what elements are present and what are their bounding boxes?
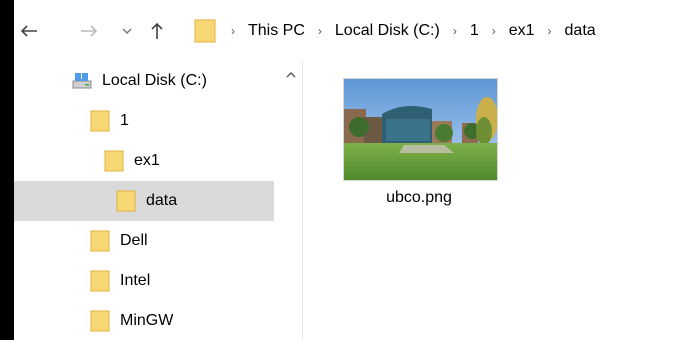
breadcrumb-item[interactable]: data [563, 22, 598, 40]
breadcrumb-item[interactable]: This PC [246, 22, 307, 40]
drive-icon [72, 69, 92, 93]
folder-icon [90, 109, 110, 133]
breadcrumb-separator-icon[interactable]: › [481, 24, 507, 38]
tree-item-label: ex1 [134, 152, 160, 169]
tree-item-label: Local Disk (C:) [102, 72, 207, 89]
ubco-image-thumbnail[interactable] [343, 78, 498, 181]
breadcrumb-item[interactable]: 1 [468, 22, 481, 40]
tree-item[interactable]: data [14, 181, 274, 221]
file-name-label[interactable]: ubco.png [331, 189, 507, 207]
breadcrumb-item[interactable]: Local Disk (C:) [333, 22, 442, 40]
breadcrumb: › This PC › Local Disk (C:) › 1 › ex1 › data [220, 18, 598, 44]
tree-item[interactable]: ex1 [14, 141, 274, 181]
breadcrumb-separator-icon[interactable]: › [220, 24, 246, 38]
recent-locations-chevron-icon[interactable] [116, 20, 138, 42]
folder-icon [104, 149, 124, 173]
breadcrumb-separator-icon[interactable]: › [537, 24, 563, 38]
breadcrumb-separator-icon[interactable]: › [307, 24, 333, 38]
breadcrumb-separator-icon[interactable]: › [442, 24, 468, 38]
breadcrumb-item[interactable]: ex1 [507, 22, 537, 40]
address-folder-icon [194, 17, 216, 43]
navigation-pane: Local Disk (C:) 1 ex1 data Dell Intel MinGW [14, 61, 302, 340]
address-bar-row: › This PC › Local Disk (C:) › 1 › ex1 › data [14, 0, 688, 61]
folder-icon [90, 309, 110, 333]
tree-item[interactable]: Local Disk (C:) [14, 61, 274, 101]
tree-item-label: data [146, 192, 178, 209]
file-explorer-window: › This PC › Local Disk (C:) › 1 › ex1 › data Loca… [14, 0, 688, 340]
tree-item[interactable]: MinGW [14, 301, 274, 340]
tree-item-label: MinGW [120, 312, 174, 329]
up-arrow-icon[interactable] [146, 20, 168, 42]
folder-icon [90, 229, 110, 253]
tree-item[interactable]: 1 [14, 101, 274, 141]
tree-item-label: 1 [120, 112, 129, 129]
forward-arrow-icon[interactable] [78, 20, 100, 42]
file-list-area: ubco.png [303, 61, 688, 340]
scroll-up-chevron-icon[interactable] [284, 67, 298, 81]
tree-item-label: Dell [120, 232, 148, 249]
back-arrow-icon[interactable] [18, 20, 40, 42]
folder-icon [90, 269, 110, 293]
folder-icon [116, 189, 136, 213]
tree-item-label: Intel [120, 272, 151, 289]
tree-item[interactable]: Dell [14, 221, 274, 261]
tree-item[interactable]: Intel [14, 261, 274, 301]
